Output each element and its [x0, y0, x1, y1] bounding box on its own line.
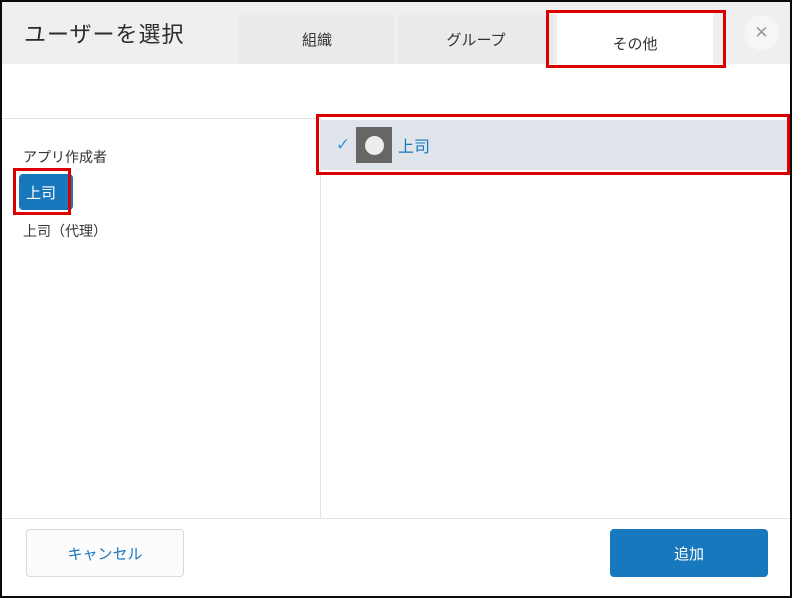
list-item-app-creator[interactable]: アプリ作成者	[23, 147, 107, 167]
user-avatar	[356, 127, 392, 163]
check-icon: ✓	[333, 135, 353, 155]
list-item-supervisor-selected[interactable]: 上司	[19, 174, 73, 210]
close-button[interactable]: ✕	[744, 15, 779, 50]
left-panel-top-divider	[2, 118, 320, 119]
tab-group[interactable]: グループ	[398, 15, 554, 64]
selected-user-label[interactable]: 上司	[398, 133, 430, 157]
tab-other-active[interactable]: その他	[557, 12, 713, 74]
panel-vertical-divider	[320, 118, 321, 518]
selected-user-row[interactable]: ✓ 上司	[320, 120, 790, 170]
list-item-supervisor-proxy[interactable]: 上司（代理）	[23, 221, 107, 241]
dialog-header: ユーザーを選択 組織 グループ その他 ✕	[2, 2, 790, 64]
add-button[interactable]: 追加	[610, 529, 768, 577]
tab-other-label: その他	[612, 33, 657, 54]
avatar-placeholder-circle	[365, 136, 384, 155]
close-icon: ✕	[754, 24, 768, 41]
user-select-dialog: ユーザーを選択 組織 グループ その他 ✕ アプリ作成者 上司 上司（代理） ✓…	[0, 0, 792, 598]
tab-group-label: グループ	[446, 29, 505, 50]
tab-organization[interactable]: 組織	[239, 15, 395, 64]
footer-divider	[2, 518, 790, 519]
dialog-title: ユーザーを選択	[24, 17, 185, 49]
tab-organization-label: 組織	[302, 29, 332, 50]
cancel-button[interactable]: キャンセル	[26, 529, 184, 577]
